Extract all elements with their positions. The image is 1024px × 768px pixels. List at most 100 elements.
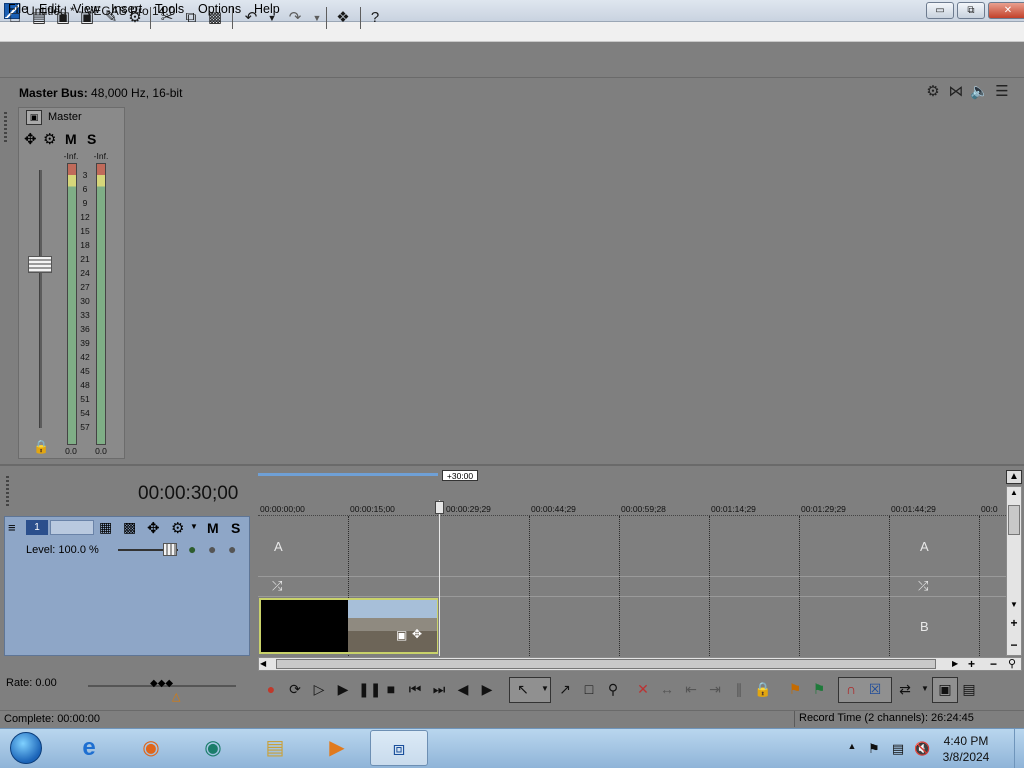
open-icon[interactable]: ▤ (30, 9, 48, 27)
new-icon[interactable]: □ (6, 9, 24, 27)
composite-parent-icon[interactable]: ● (208, 541, 216, 557)
zoom-in-track-icon[interactable]: + (1007, 616, 1021, 630)
volume-muted-icon[interactable]: 🔇 (914, 741, 930, 757)
track-motion-icon[interactable]: ▦ (99, 519, 112, 536)
undo-icon[interactable]: ↶ (242, 9, 260, 27)
track-fx-icon[interactable]: ▩ (123, 519, 136, 536)
track-solo-button[interactable]: S (231, 520, 240, 536)
edit-tool-icon[interactable]: ↖ (514, 680, 532, 698)
insert-marker-icon[interactable]: ⚑ (786, 680, 804, 698)
ripple-edit-icon[interactable]: ⇄ (896, 680, 914, 698)
loop-playback-button[interactable]: ⟳ (286, 680, 304, 698)
save-as-icon[interactable]: ▣ (78, 9, 96, 27)
trim-start-icon[interactable]: ⇤ (682, 680, 700, 698)
cut-icon[interactable]: ✂ (158, 9, 176, 27)
restore-button[interactable]: ⧉ (957, 2, 985, 19)
play-from-start-button[interactable]: ▷ (310, 680, 328, 698)
minimize-button[interactable]: ▭ (926, 2, 954, 19)
paste-icon[interactable]: ▩ (206, 9, 224, 27)
timeline-grip[interactable] (6, 476, 9, 506)
play-button[interactable]: ▶ (334, 680, 352, 698)
save-icon[interactable]: ▣ (54, 9, 72, 27)
zoom-tool-icon[interactable]: ⚲ (1008, 657, 1016, 670)
scroll-left-icon[interactable]: ◀ (260, 659, 266, 668)
master-solo-button[interactable]: S (87, 131, 96, 147)
pan-icon[interactable]: ✥ (24, 130, 37, 148)
media-player-icon[interactable]: ▶ (308, 730, 366, 766)
docking-grip[interactable] (4, 82, 14, 462)
video-track-header[interactable] (4, 516, 250, 656)
external-monitor-icon[interactable]: ▤ (960, 680, 978, 698)
edge-icon[interactable]: ◉ (184, 730, 242, 766)
next-frame-button[interactable]: ▶ (478, 680, 496, 698)
pan-crop-icon[interactable]: ▣ (396, 628, 407, 642)
marker-menu-icon[interactable]: ▲ (1006, 470, 1022, 484)
lock-icon[interactable]: 🔒 (33, 439, 49, 455)
playhead-handle[interactable] (435, 501, 444, 514)
delete-icon[interactable]: ✕ (634, 680, 652, 698)
speaker-icon[interactable]: 🔈 (970, 82, 989, 100)
fx-icon[interactable]: ⚙ (43, 130, 56, 148)
master-fader-knob[interactable] (28, 256, 52, 273)
make-parent-icon[interactable]: ● (228, 541, 236, 557)
show-desktop-button[interactable] (1014, 728, 1024, 768)
loop-region-bar[interactable] (258, 473, 438, 476)
go-to-end-button[interactable]: ⏭ (430, 680, 448, 698)
network-icon[interactable]: ▤ (890, 741, 906, 757)
redo-dropdown-icon[interactable]: ▼ (308, 9, 326, 27)
vertical-scroll-thumb[interactable] (1008, 505, 1020, 535)
close-button[interactable]: ✕ (988, 2, 1024, 19)
start-button[interactable] (0, 730, 52, 766)
envelope-tool-icon[interactable]: ↗ (556, 680, 574, 698)
preview-capture-icon[interactable]: ▣ (936, 680, 954, 698)
transition-icon[interactable]: ⤮ (272, 578, 282, 594)
split-icon[interactable]: ∥ (730, 680, 748, 698)
pause-button[interactable]: ❚❚ (358, 680, 381, 698)
file-explorer-icon[interactable]: ▤ (246, 730, 304, 766)
master-toggle-icon[interactable]: ▣ (26, 110, 42, 125)
record-button[interactable]: ● (262, 680, 280, 698)
scroll-down-icon[interactable]: ▼ (1007, 600, 1021, 614)
firefox-icon[interactable]: ◉ (122, 730, 180, 766)
track-mute-button[interactable]: M (207, 520, 219, 536)
previous-frame-button[interactable]: ◀ (454, 680, 472, 698)
compositing-mode-icon[interactable]: ✥ (147, 519, 160, 537)
help-icon[interactable]: ? (366, 9, 384, 27)
show-hidden-icons[interactable]: ▲ (844, 741, 860, 757)
scroll-up-icon[interactable]: ▲ (1007, 488, 1021, 502)
plugin-icon[interactable]: ❖ (334, 9, 352, 27)
track-settings-icon[interactable]: ⚙ (171, 519, 184, 537)
track-level-knob[interactable] (163, 543, 177, 556)
zoom-in-time-icon[interactable]: + (968, 657, 975, 671)
lock-envelopes-icon[interactable]: 🔒 (754, 680, 772, 698)
transition-icon-right[interactable]: ⤮ (918, 578, 928, 594)
taskbar-clock[interactable]: 4:40 PM 3/8/2024 (932, 733, 1000, 765)
edit-tool-dropdown-icon[interactable]: ▼ (536, 680, 554, 698)
horizontal-scroll-thumb[interactable] (276, 659, 936, 669)
vegas-taskbar-button[interactable]: ⧈ (370, 730, 428, 766)
master-fader-track[interactable] (39, 170, 42, 428)
track-name-field[interactable] (50, 520, 94, 535)
zoom-out-track-icon[interactable]: − (1007, 638, 1021, 652)
insert-region-icon[interactable]: ⚑ (810, 680, 828, 698)
render-icon[interactable]: ✎ (102, 9, 120, 27)
auto-crossfade-icon[interactable]: ☒ (866, 680, 884, 698)
mixer-settings-icon[interactable]: ⚙ (924, 82, 942, 100)
trim-icon[interactable]: ↔ (658, 680, 676, 698)
zoom-out-time-icon[interactable]: − (990, 657, 997, 671)
rate-slider-thumb[interactable]: ◆◆◆ (150, 678, 173, 689)
trim-end-icon[interactable]: ⇥ (706, 680, 724, 698)
clip-fx-icon[interactable]: ✥ (412, 627, 422, 641)
selection-tool-icon[interactable]: □ (580, 680, 598, 698)
action-center-flag-icon[interactable]: ⚑ (866, 741, 882, 757)
undo-dropdown-icon[interactable]: ▼ (263, 9, 281, 27)
go-to-start-button[interactable]: ⏮ (406, 680, 424, 698)
track-expand-icon[interactable]: ≡ (8, 520, 16, 535)
zoom-edit-tool-icon[interactable]: ⚲ (604, 680, 622, 698)
internet-explorer-icon[interactable]: e (60, 730, 118, 766)
mixer-faders-icon[interactable]: ☰ (993, 82, 1011, 100)
downmix-icon[interactable]: ⋈ (947, 82, 965, 100)
snapping-icon[interactable]: ∩ (842, 680, 860, 698)
copy-icon[interactable]: ⧉ (182, 9, 200, 27)
stop-button[interactable]: ■ (382, 680, 400, 698)
